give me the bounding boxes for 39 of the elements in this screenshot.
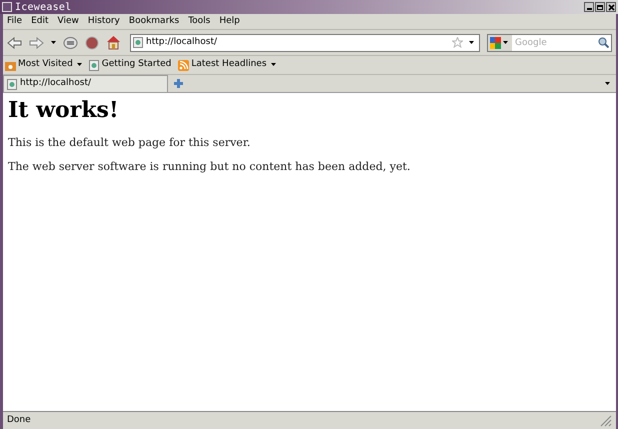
close-icon[interactable] <box>606 2 616 12</box>
minimize-icon[interactable] <box>584 2 594 12</box>
menu-item[interactable]: Tools <box>188 14 210 28</box>
caret-icon <box>76 63 82 67</box>
reload-icon[interactable] <box>63 36 78 50</box>
maximize-icon[interactable] <box>595 2 605 12</box>
caret-icon <box>270 63 276 67</box>
bookmark-item[interactable]: Latest Headlines <box>178 58 276 72</box>
menu-item[interactable]: Edit <box>31 14 48 28</box>
page-icon <box>133 37 143 48</box>
status-text: Done <box>7 414 31 427</box>
menu-item[interactable]: View <box>58 14 79 28</box>
tab[interactable]: http://localhost/ <box>3 75 168 92</box>
folder-icon <box>5 60 16 70</box>
menu-item[interactable]: Bookmarks <box>128 14 180 28</box>
feed-icon <box>178 60 190 70</box>
page-icon <box>7 78 17 90</box>
window-title: Iceweasel <box>15 0 72 14</box>
home-icon[interactable] <box>106 35 121 50</box>
resize-grip-icon[interactable] <box>600 414 612 426</box>
address-bar[interactable]: http://localhost/ <box>130 34 480 52</box>
forward-arrow-icon[interactable] <box>29 36 44 48</box>
bookmark-item[interactable]: Getting Started <box>88 58 172 72</box>
page-icon <box>88 60 100 70</box>
menu-item[interactable]: History <box>88 14 120 28</box>
paragraph: The web server software is running but no content has been added, yet. <box>8 159 412 175</box>
page-heading: It works! <box>8 97 120 124</box>
menu-item[interactable]: Help <box>219 14 240 28</box>
window-menu-icon[interactable] <box>2 2 12 12</box>
star-icon[interactable] <box>452 37 463 48</box>
menu-item[interactable]: File <box>7 14 22 28</box>
plus-icon[interactable] <box>174 79 183 88</box>
bookmark-item[interactable]: Most Visited <box>5 58 82 72</box>
stop-icon[interactable] <box>85 36 99 50</box>
caret-icon[interactable] <box>51 40 56 44</box>
caret-icon[interactable] <box>469 40 474 44</box>
caret-icon[interactable] <box>605 82 610 86</box>
back-arrow-icon[interactable] <box>7 36 22 48</box>
paragraph: This is the default web page for this server. <box>8 134 252 150</box>
